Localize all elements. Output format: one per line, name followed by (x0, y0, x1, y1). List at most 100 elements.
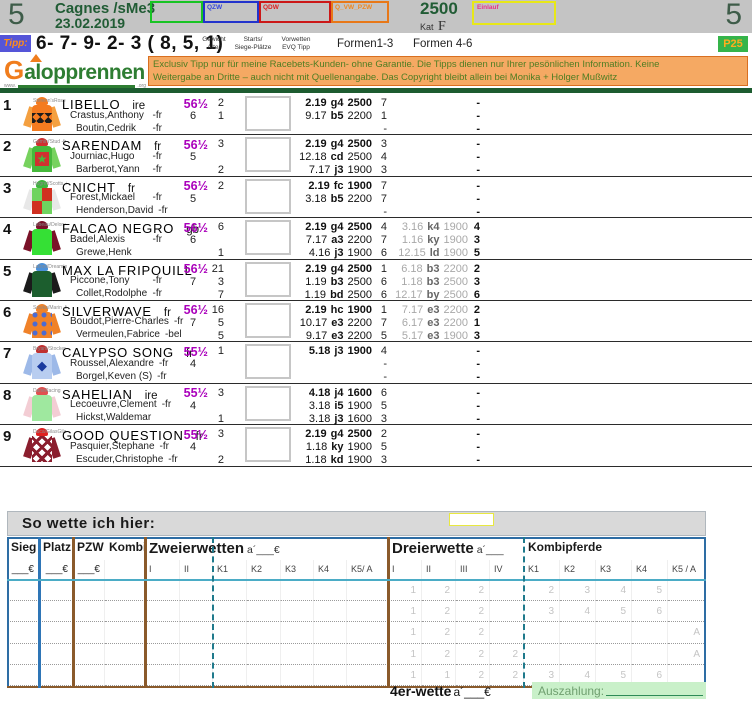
bet-cell-kombi[interactable] (668, 580, 706, 601)
bet-cell[interactable] (314, 601, 347, 622)
bet-cell[interactable] (213, 601, 247, 622)
bet-cell[interactable] (281, 580, 314, 601)
bet-cell[interactable] (180, 580, 213, 601)
bet-cell-kombi[interactable] (632, 644, 668, 665)
bet-cell-dreier[interactable]: 2 (456, 622, 490, 643)
euro-blank[interactable]: ___€ (39, 560, 73, 580)
bet-cell-dreier[interactable]: 1 (388, 601, 422, 622)
bet-cell-dreier[interactable]: 2 (456, 601, 490, 622)
bet-cell[interactable] (145, 580, 180, 601)
auszahlung-field[interactable]: Auszahlung: (532, 682, 706, 699)
bet-cell[interactable] (7, 622, 39, 643)
bet-cell[interactable] (347, 622, 388, 643)
bet-cell[interactable] (39, 601, 73, 622)
form-text: 4.16j31900 (282, 247, 372, 259)
bet-cell-kombi[interactable] (560, 622, 596, 643)
bet-cell-kombi[interactable]: 6 (632, 601, 668, 622)
bet-cell[interactable] (39, 644, 73, 665)
bet-cell-kombi[interactable]: 3 (524, 601, 560, 622)
bet-cell[interactable] (105, 580, 145, 601)
bet-cell-dreier[interactable]: 1 (388, 580, 422, 601)
form-place: - (374, 206, 387, 218)
bet-cell[interactable] (213, 644, 247, 665)
bet-cell-dreier[interactable]: 2 (422, 601, 456, 622)
bet-cell-kombi[interactable]: 5 (632, 580, 668, 601)
bet-cell-kombi[interactable] (524, 622, 560, 643)
bet-cell[interactable] (281, 644, 314, 665)
bet-cell[interactable] (145, 644, 180, 665)
bet-cell[interactable] (213, 580, 247, 601)
bet-cell-kombi[interactable]: A (668, 644, 706, 665)
bet-cell[interactable] (247, 644, 281, 665)
bet-cell[interactable] (105, 622, 145, 643)
form-place: 3 (374, 454, 387, 466)
bet-cell[interactable] (247, 601, 281, 622)
bet-cell[interactable] (39, 580, 73, 601)
bet-cell-dreier[interactable] (490, 601, 524, 622)
bet-cell[interactable] (39, 622, 73, 643)
bet-cell-dreier[interactable]: 1 (388, 622, 422, 643)
bet-cell-dreier[interactable]: 1 (388, 644, 422, 665)
jockey-name: Piccone,Tony (70, 275, 129, 286)
bet-cell[interactable] (73, 601, 105, 622)
form-text: 7.17e32200 (388, 304, 468, 316)
bet-cell[interactable] (7, 580, 39, 601)
bet-cell-kombi[interactable] (524, 644, 560, 665)
form-place: 7 (374, 180, 387, 192)
bet-cell-dreier[interactable]: 2 (456, 644, 490, 665)
bet-cell-dreier[interactable]: 2 (490, 644, 524, 665)
bet-cell-kombi[interactable]: 2 (524, 580, 560, 601)
bet-cell[interactable] (105, 644, 145, 665)
bet-cell[interactable] (105, 601, 145, 622)
bet-cell[interactable] (281, 622, 314, 643)
bet-cell[interactable] (347, 644, 388, 665)
bet-cell-dreier[interactable]: 2 (422, 580, 456, 601)
bet-cell[interactable] (73, 644, 105, 665)
auszahlung-blank[interactable] (606, 695, 703, 696)
bet-cell[interactable] (7, 644, 39, 665)
bet-cell[interactable] (180, 622, 213, 643)
bet-cell-kombi[interactable]: 3 (560, 580, 596, 601)
bet-cell-dreier[interactable] (490, 580, 524, 601)
bet-cell[interactable] (73, 580, 105, 601)
bet-cell[interactable] (347, 601, 388, 622)
horse-number: 8 (3, 387, 25, 404)
bet-cell[interactable] (314, 622, 347, 643)
formen-1-3-header: Formen1-3 (337, 38, 393, 50)
einlauf-label: Einlauf (474, 3, 554, 12)
bet-cell[interactable] (314, 644, 347, 665)
bet-cell[interactable] (145, 622, 180, 643)
bet-cell[interactable] (281, 601, 314, 622)
bet-cell-kombi[interactable]: 5 (596, 601, 632, 622)
bet-cell[interactable] (7, 601, 39, 622)
bet-cell[interactable] (180, 644, 213, 665)
bet-cell[interactable] (213, 622, 247, 643)
bet-cell-kombi[interactable] (560, 644, 596, 665)
bet-cell-dreier[interactable]: 2 (422, 644, 456, 665)
bet-cell-kombi[interactable]: A (668, 622, 706, 643)
bet-cell-dreier[interactable]: 2 (456, 580, 490, 601)
weight-value: 56½ (178, 138, 208, 152)
bet-cell-kombi[interactable]: 4 (560, 601, 596, 622)
bet-cell[interactable] (180, 601, 213, 622)
bet-cell[interactable] (247, 580, 281, 601)
places-value: 1 (208, 247, 224, 259)
bet-cell[interactable] (314, 580, 347, 601)
vierer-wette-unit: a´___€ (453, 685, 490, 699)
bet-cell-dreier[interactable] (490, 622, 524, 643)
horse-row: 9Duca/GilasGilaGOOD QUESTIONfrPasquier,S… (0, 425, 752, 466)
bet-cell-kombi[interactable]: 4 (596, 580, 632, 601)
bet-cell-dreier[interactable]: 2 (422, 622, 456, 643)
bet-cell[interactable] (347, 580, 388, 601)
form-text: 6.17e32200 (388, 317, 468, 329)
bet-cell-kombi[interactable] (596, 644, 632, 665)
form-place: - (470, 400, 480, 412)
euro-blank[interactable]: ___€ (73, 560, 105, 580)
bet-cell[interactable] (145, 601, 180, 622)
bet-cell-kombi[interactable] (668, 601, 706, 622)
bet-cell[interactable] (247, 622, 281, 643)
bet-cell-kombi[interactable] (632, 622, 668, 643)
euro-blank[interactable]: ___€ (7, 560, 39, 580)
bet-cell-kombi[interactable] (596, 622, 632, 643)
bet-cell[interactable] (73, 622, 105, 643)
